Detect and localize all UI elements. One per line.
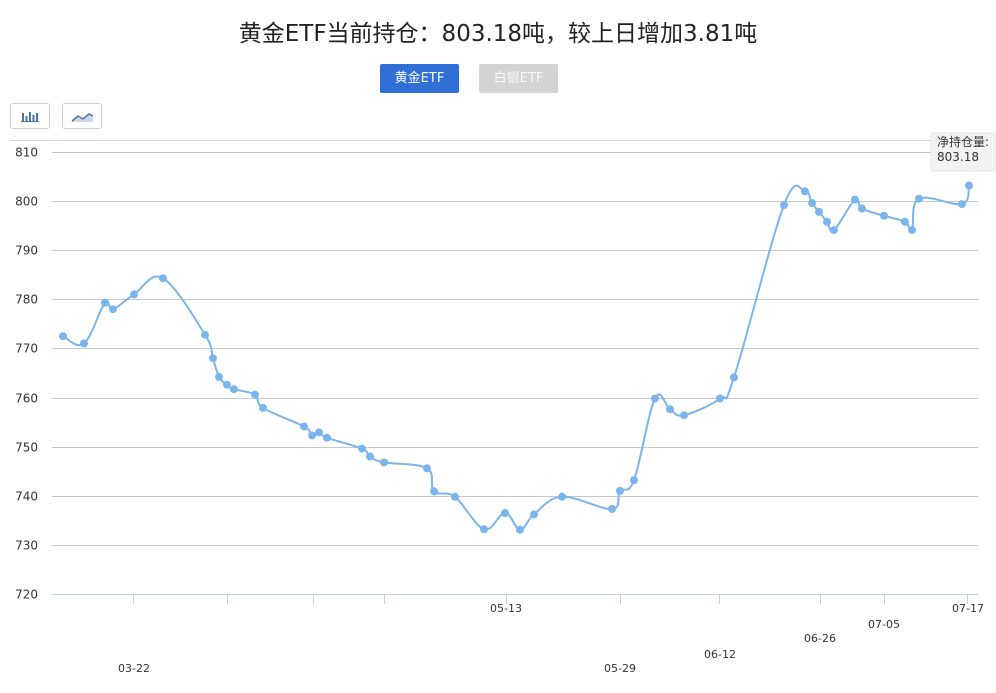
data-point[interactable] (259, 403, 267, 412)
data-point[interactable] (651, 394, 659, 403)
data-point[interactable] (516, 525, 524, 534)
x-tick-label: 03-22 (118, 662, 150, 675)
data-point[interactable] (323, 433, 331, 442)
data-point[interactable] (915, 194, 923, 203)
data-point[interactable] (830, 226, 838, 235)
data-point[interactable] (823, 217, 831, 226)
data-point[interactable] (130, 290, 138, 299)
data-point[interactable] (159, 274, 167, 283)
x-tick-label: 07-05 (868, 618, 900, 631)
y-tick-label: 780 (15, 293, 38, 307)
data-point[interactable] (666, 405, 674, 414)
y-tick-label: 730 (15, 539, 38, 553)
data-point[interactable] (780, 201, 788, 209)
data-point[interactable] (308, 431, 316, 440)
data-point[interactable] (608, 505, 616, 513)
data-point[interactable] (358, 444, 366, 453)
data-point[interactable] (230, 385, 238, 394)
y-tick-label: 800 (15, 195, 38, 209)
data-point[interactable] (530, 510, 538, 519)
data-point[interactable] (501, 509, 509, 517)
data-point[interactable] (380, 458, 388, 467)
data-point[interactable] (965, 181, 973, 190)
data-point[interactable] (300, 422, 308, 431)
data-point[interactable] (616, 486, 624, 495)
data-point[interactable] (101, 298, 109, 307)
holdings-line-chart: 720 730 740 750 760 770 780 790 800 810 03-22 05-13… (10, 132, 996, 675)
data-point[interactable] (366, 452, 374, 461)
x-tick-label: 07-17 (952, 602, 984, 615)
data-point[interactable] (109, 305, 117, 314)
data-point[interactable] (815, 207, 823, 216)
y-tick-label: 740 (15, 490, 38, 504)
tooltip-value: 803.18 (937, 150, 979, 164)
data-point[interactable] (223, 380, 231, 389)
data-point[interactable] (680, 411, 688, 420)
data-point[interactable] (630, 476, 638, 485)
x-tick-label: 06-26 (804, 632, 836, 645)
data-point[interactable] (558, 492, 566, 501)
tooltip-label: 净持仓量: (937, 134, 989, 149)
x-tick-label: 05-13 (490, 602, 522, 615)
data-point[interactable] (423, 464, 431, 473)
data-point[interactable] (908, 226, 916, 235)
data-point[interactable] (880, 211, 888, 220)
data-point[interactable] (201, 330, 209, 339)
data-point[interactable] (59, 332, 67, 341)
x-tick-label: 06-12 (704, 648, 736, 661)
data-point[interactable] (851, 195, 859, 204)
y-tick-label: 760 (15, 392, 38, 406)
data-point[interactable] (209, 354, 217, 363)
data-point[interactable] (730, 373, 738, 382)
data-point[interactable] (251, 390, 259, 399)
data-point[interactable] (315, 428, 323, 437)
y-tick-label: 720 (15, 588, 38, 602)
tooltip: 净持仓量: 803.18 (930, 132, 996, 172)
data-point[interactable] (451, 492, 459, 501)
y-tick-label: 750 (15, 441, 38, 455)
data-point[interactable] (480, 525, 488, 534)
data-point[interactable] (958, 200, 966, 209)
data-point[interactable] (901, 217, 909, 226)
data-point[interactable] (808, 199, 816, 208)
y-tick-label: 770 (15, 342, 38, 356)
data-point[interactable] (858, 204, 866, 213)
data-point[interactable] (80, 339, 88, 348)
y-tick-label: 810 (15, 146, 38, 160)
series-line (62, 184, 970, 531)
x-tick-label: 05-29 (604, 662, 636, 675)
data-point[interactable] (716, 394, 724, 403)
data-point[interactable] (801, 187, 809, 196)
data-point[interactable] (430, 487, 438, 496)
data-point[interactable] (215, 372, 223, 381)
y-tick-label: 790 (15, 244, 38, 258)
